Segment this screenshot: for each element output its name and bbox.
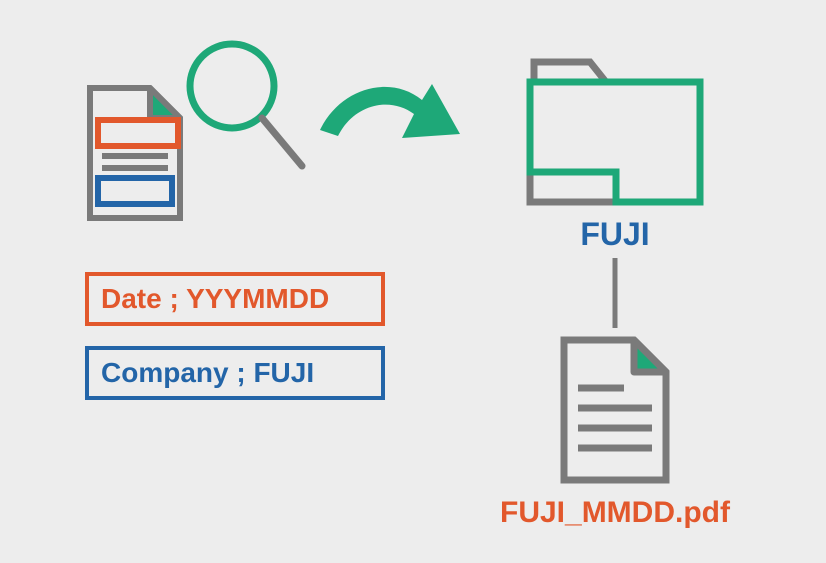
folder-icon	[520, 44, 710, 214]
metadata-company-box: Company ; FUJI	[85, 346, 385, 400]
magnifier-icon	[170, 30, 310, 190]
metadata-date-text: Date ; YYYMMDD	[101, 283, 329, 315]
file-name-label: FUJI_MMDD.pdf	[455, 496, 775, 530]
output-file-icon	[552, 330, 677, 490]
arrow-icon	[310, 66, 470, 176]
connector-line	[610, 258, 620, 328]
metadata-date-box: Date ; YYYMMDD	[85, 272, 385, 326]
metadata-company-text: Company ; FUJI	[101, 357, 314, 389]
folder-name-label: FUJI	[525, 216, 705, 253]
